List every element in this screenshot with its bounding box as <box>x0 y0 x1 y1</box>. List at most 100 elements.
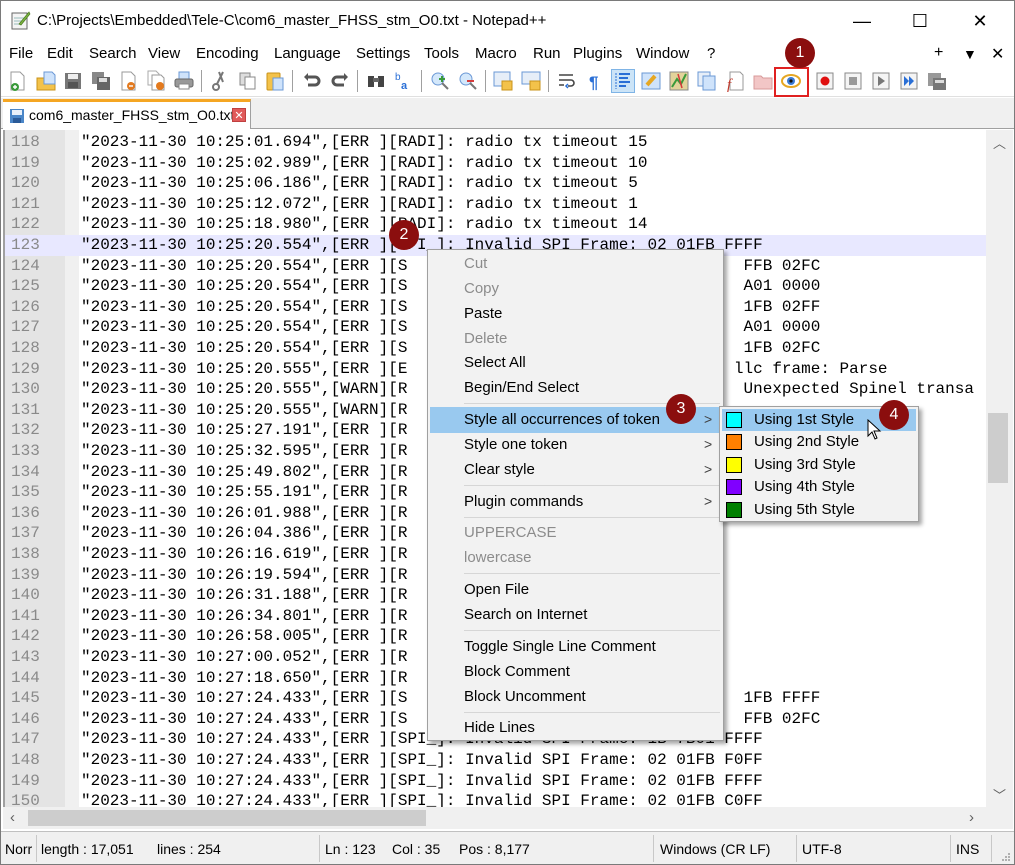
macro-save-icon[interactable] <box>926 70 948 92</box>
menu-file[interactable]: File <box>9 45 33 62</box>
zoom-out-icon[interactable] <box>457 70 479 92</box>
ctx-item-plugin-commands[interactable]: Plugin commands > <box>430 490 721 514</box>
close-all-icon[interactable] <box>146 70 168 92</box>
resize-grip-icon[interactable] <box>999 850 1011 862</box>
editor-line[interactable]: 122 "2023-11-30 10:25:18.980",[ERR ][RADI… <box>5 214 986 235</box>
callout-badge-1: 1 <box>785 38 815 68</box>
editor-line[interactable]: 119 "2023-11-30 10:25:02.989",[ERR ][RADI… <box>5 153 986 174</box>
menu-language[interactable]: Language <box>274 45 341 62</box>
toolbar-separator <box>485 70 486 92</box>
ctx-item-style-one-token[interactable]: Style one token > <box>430 433 721 457</box>
style-color-swatch <box>726 434 742 450</box>
line-text: "2023-11-30 10:25:06.186",[ERR ][RADI]: … <box>81 174 638 193</box>
tab-close-icon[interactable]: ✕ <box>232 108 246 122</box>
macro-record-icon[interactable] <box>814 70 836 92</box>
line-number: 148 <box>11 751 40 769</box>
save-all-icon[interactable] <box>90 70 112 92</box>
print-icon[interactable] <box>173 70 195 92</box>
redo-icon[interactable] <box>329 70 351 92</box>
editor-line[interactable]: 149 "2023-11-30 10:27:24.433",[ERR ][SPI_… <box>5 771 986 792</box>
ctx-item-hide-lines[interactable]: Hide Lines <box>430 716 721 740</box>
word-wrap-icon[interactable] <box>556 70 578 92</box>
scroll-right-icon[interactable]: › <box>969 809 974 826</box>
new-file-icon[interactable] <box>7 70 29 92</box>
ctx-item-select-all[interactable]: Select All <box>430 351 721 375</box>
document-list-icon[interactable] <box>696 70 718 92</box>
vertical-scroll-thumb[interactable] <box>988 413 1008 483</box>
ctx-item-paste[interactable]: Paste <box>430 302 721 326</box>
macro-play-icon[interactable] <box>870 70 892 92</box>
save-icon[interactable] <box>62 70 84 92</box>
replace-icon[interactable]: ba <box>393 70 415 92</box>
macro-run-multiple-icon[interactable] <box>898 70 920 92</box>
ctx-item-copy[interactable]: Copy <box>430 277 721 301</box>
sync-vertical-scroll-icon[interactable] <box>492 70 514 92</box>
function-list-icon[interactable]: f <box>724 70 746 92</box>
ctx-item-open-file[interactable]: Open File <box>430 578 721 602</box>
line-text: "2023-11-30 10:25:01.694",[ERR ][RADI]: … <box>81 133 648 151</box>
undo-icon[interactable] <box>301 70 323 92</box>
close-window-button[interactable]: ✕ <box>951 1 1009 41</box>
menu-help[interactable]: ? <box>707 45 715 62</box>
new-tab-plus-icon[interactable]: + <box>934 44 943 62</box>
macro-stop-icon[interactable] <box>842 70 864 92</box>
paste-icon[interactable] <box>264 70 286 92</box>
folder-as-workspace-icon[interactable] <box>752 70 774 92</box>
ctx-item-block-comment[interactable]: Block Comment <box>430 660 721 684</box>
editor-line[interactable]: 150 "2023-11-30 10:27:24.433",[ERR ][SPI_… <box>5 791 986 807</box>
horizontal-scroll-thumb[interactable] <box>28 810 426 826</box>
copy-icon[interactable] <box>237 70 259 92</box>
style-color-swatch <box>726 479 742 495</box>
editor-line[interactable]: 118 "2023-11-30 10:25:01.694",[ERR ][RADI… <box>5 132 986 153</box>
open-file-icon[interactable] <box>35 70 57 92</box>
menu-view[interactable]: View <box>148 45 180 62</box>
menu-plugins[interactable]: Plugins <box>573 45 622 62</box>
user-defined-language-icon[interactable] <box>640 70 662 92</box>
scroll-left-icon[interactable]: ‹ <box>10 809 15 826</box>
sync-horizontal-scroll-icon[interactable] <box>520 70 542 92</box>
indent-guide-icon[interactable] <box>611 69 635 93</box>
vertical-scrollbar[interactable]: ︿ ﹀ <box>986 130 1013 807</box>
menu-window[interactable]: Window <box>636 45 689 62</box>
menu-edit[interactable]: Edit <box>47 45 73 62</box>
submenu-item-style-2[interactable]: Using 2nd Style <box>722 431 916 453</box>
ctx-item-delete[interactable]: Delete <box>430 327 721 351</box>
file-tab[interactable]: com6_master_FHSS_stm_O0.txt ✕ <box>3 99 251 129</box>
ctx-item-lowercase[interactable]: lowercase <box>430 546 721 570</box>
submenu-item-style-5[interactable]: Using 5th Style <box>722 499 916 521</box>
ctx-item-toggle-single-line-comment[interactable]: Toggle Single Line Comment <box>430 635 721 659</box>
editor-line[interactable]: 120 "2023-11-30 10:25:06.186",[ERR ][RADI… <box>5 173 986 194</box>
ctx-item-label: Plugin commands <box>464 493 584 510</box>
menu-encoding[interactable]: Encoding <box>196 45 259 62</box>
ctx-item-clear-style[interactable]: Clear style > <box>430 458 721 482</box>
document-map-icon[interactable] <box>668 70 690 92</box>
menu-tools[interactable]: Tools <box>424 45 459 62</box>
minimize-button[interactable]: — <box>833 1 891 41</box>
ctx-item-uppercase[interactable]: UPPERCASE <box>430 521 721 545</box>
close-file-icon[interactable] <box>118 70 140 92</box>
horizontal-scrollbar[interactable]: ‹ › <box>3 807 986 829</box>
menu-macro[interactable]: Macro <box>475 45 517 62</box>
scroll-down-icon[interactable]: ﹀ <box>993 785 1006 804</box>
tab-list-dropdown-icon[interactable]: ▼ <box>963 46 977 62</box>
status-length: length : 17,051 <box>41 841 134 857</box>
cut-icon[interactable] <box>209 70 231 92</box>
submenu-item-style-4[interactable]: Using 4th Style <box>722 476 916 498</box>
show-all-characters-icon[interactable]: ¶ <box>584 70 606 92</box>
ctx-item-block-uncomment[interactable]: Block Uncomment <box>430 685 721 709</box>
submenu-item-style-3[interactable]: Using 3rd Style <box>722 454 916 476</box>
find-binoculars-icon[interactable] <box>365 70 387 92</box>
menu-search[interactable]: Search <box>89 45 137 62</box>
scroll-up-icon[interactable]: ︿ <box>993 133 1006 152</box>
zoom-in-icon[interactable] <box>429 70 451 92</box>
ctx-item-search-on-internet[interactable]: Search on Internet <box>430 603 721 627</box>
maximize-button[interactable]: ☐ <box>891 1 949 41</box>
close-tab-x-icon[interactable]: ✕ <box>991 44 1004 64</box>
status-separator <box>991 835 992 862</box>
menu-settings[interactable]: Settings <box>356 45 410 62</box>
editor-context-menu: Cut Copy Paste Delete Select All Begin/E… <box>427 249 724 741</box>
editor-line[interactable]: 121 "2023-11-30 10:25:12.072",[ERR ][RADI… <box>5 194 986 215</box>
ctx-item-cut[interactable]: Cut <box>430 252 721 276</box>
menu-run[interactable]: Run <box>533 45 561 62</box>
editor-line[interactable]: 148 "2023-11-30 10:27:24.433",[ERR ][SPI_… <box>5 750 986 771</box>
